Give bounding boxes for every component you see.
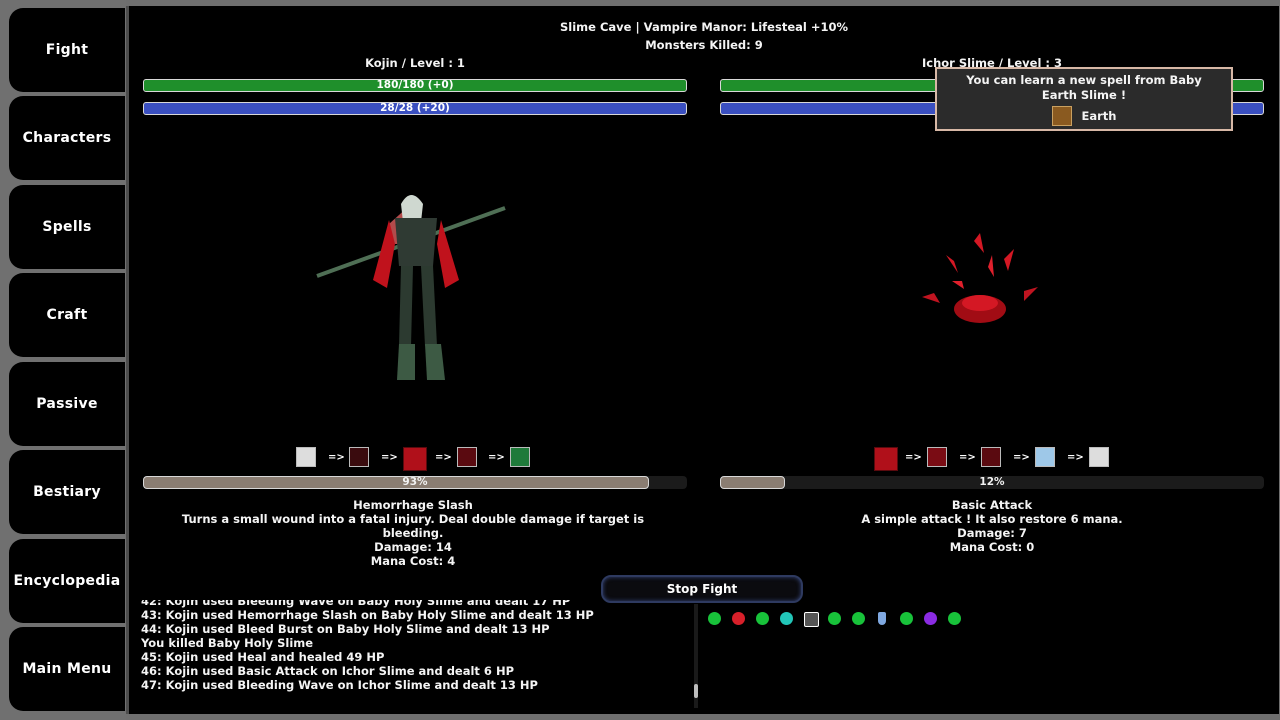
green-gem-icon[interactable] — [852, 612, 865, 625]
enemy-spell-info: Basic Attack A simple attack ! It also r… — [722, 498, 1262, 554]
log-line: 43: Kojin used Hemorrhage Slash on Baby … — [141, 608, 594, 622]
log-line: 45: Kojin used Heal and healed 49 HP — [141, 650, 385, 664]
log-line: 47: Kojin used Bleeding Wave on Ichor Sl… — [141, 678, 538, 692]
rotation-arrow-icon: => — [488, 452, 505, 463]
nav-craft-button[interactable]: Craft — [9, 273, 125, 357]
heal-icon[interactable] — [510, 447, 530, 467]
player-spell-damage: Damage: 14 — [374, 540, 452, 554]
fight-panel: Slime Cave | Vampire Manor: Lifesteal +1… — [126, 6, 1279, 714]
monsters-killed-text: Monsters Killed: 9 — [645, 38, 763, 52]
player-mana-bar: 28/28 (+20) — [143, 102, 687, 115]
combat-log-scroll-thumb[interactable] — [694, 684, 698, 698]
earth-spell-icon — [1051, 106, 1072, 126]
potion-icon[interactable] — [878, 612, 886, 625]
player-hp-bar: 180/180 (+0) — [143, 79, 687, 92]
hemorrhage-slash-icon[interactable] — [403, 447, 427, 471]
green-gem-icon[interactable] — [828, 612, 841, 625]
green-gem-icon[interactable] — [708, 612, 721, 625]
nav-spells-button[interactable]: Spells — [9, 185, 125, 269]
log-line: You killed Baby Holy Slime — [141, 636, 314, 650]
log-line: 44: Kojin used Bleed Burst on Baby Holy … — [141, 622, 550, 636]
enemy-cast-progress-text: 12% — [979, 476, 1005, 488]
nav-passive-button[interactable]: Passive — [9, 362, 125, 446]
bleed-burst-icon[interactable] — [457, 447, 477, 467]
rotation-arrow-icon: => — [1067, 452, 1084, 463]
tooltip-message: You can learn a new spell from Baby Eart… — [966, 73, 1202, 102]
enemy-spell-mana-cost: Mana Cost: 0 — [949, 540, 1035, 554]
green-gem-icon[interactable] — [756, 612, 769, 625]
green-gem-icon[interactable] — [948, 612, 961, 625]
enemy-ichor-slime-sprite — [922, 233, 1038, 323]
combat-log[interactable]: 42: Kojin used Bleeding Wave on Baby Hol… — [141, 600, 686, 708]
nav-fight-button[interactable]: Fight — [9, 8, 125, 92]
rotation-arrow-icon: => — [435, 452, 452, 463]
enemy-spell-name: Basic Attack — [951, 498, 1033, 512]
nav-encyclopedia-button[interactable]: Encyclopedia — [9, 539, 125, 623]
player-spell-name: Hemorrhage Slash — [353, 498, 473, 512]
rotation-arrow-icon: => — [381, 452, 398, 463]
blood-slash-icon[interactable] — [874, 447, 898, 471]
snowflake-icon[interactable] — [804, 612, 819, 627]
nav-main-menu-button[interactable]: Main Menu — [9, 627, 125, 711]
ice-icon[interactable] — [1035, 447, 1055, 467]
rotation-arrow-icon: => — [905, 452, 922, 463]
player-knight-sprite — [316, 195, 506, 380]
nav-characters-button[interactable]: Characters — [9, 96, 125, 180]
bleed-burst-icon[interactable] — [981, 447, 1001, 467]
player-cast-progress: 93% — [143, 476, 687, 489]
enemy-cast-progress: 12% — [720, 476, 1264, 489]
enemy-spell-description: A simple attack ! It also restore 6 mana… — [861, 512, 1123, 526]
player-cast-progress-text: 93% — [402, 476, 428, 488]
player-title: Kojin / Level : 1 — [365, 56, 465, 70]
rotation-arrow-icon: => — [959, 452, 976, 463]
player-spell-info: Hemorrhage Slash Turns a small wound int… — [143, 498, 683, 568]
log-line: 42: Kojin used Bleeding Wave on Baby Hol… — [141, 600, 571, 608]
combat-log-scrollbar[interactable] — [694, 604, 698, 708]
rotation-arrow-icon: => — [328, 452, 345, 463]
rotation-arrow-icon: => — [1013, 452, 1030, 463]
blood-burst-icon[interactable] — [927, 447, 947, 467]
log-line: 46: Kojin used Basic Attack on Ichor Sli… — [141, 664, 514, 678]
nav-bestiary-button[interactable]: Bestiary — [9, 450, 125, 534]
tooltip-spell-name: Earth — [1081, 109, 1117, 123]
red-gem-icon[interactable] — [732, 612, 745, 625]
sword-slash-icon[interactable] — [1089, 447, 1109, 467]
player-spell-description: Turns a small wound into a fatal injury.… — [181, 512, 645, 540]
sword-slash-icon[interactable] — [296, 447, 316, 467]
cyan-gem-icon[interactable] — [780, 612, 793, 625]
stop-fight-button[interactable]: Stop Fight — [601, 575, 803, 603]
location-text: Slime Cave | Vampire Manor: Lifesteal +1… — [560, 20, 848, 34]
player-spell-mana-cost: Mana Cost: 4 — [370, 554, 456, 568]
enemy-spell-damage: Damage: 7 — [957, 526, 1027, 540]
dash-icon[interactable] — [349, 447, 369, 467]
new-spell-tooltip: You can learn a new spell from Baby Eart… — [935, 67, 1233, 131]
sidebar-nav: Fight Characters Spells Craft Passive Be… — [0, 0, 126, 720]
green-gem-icon[interactable] — [900, 612, 913, 625]
purple-gem-icon[interactable] — [924, 612, 937, 625]
